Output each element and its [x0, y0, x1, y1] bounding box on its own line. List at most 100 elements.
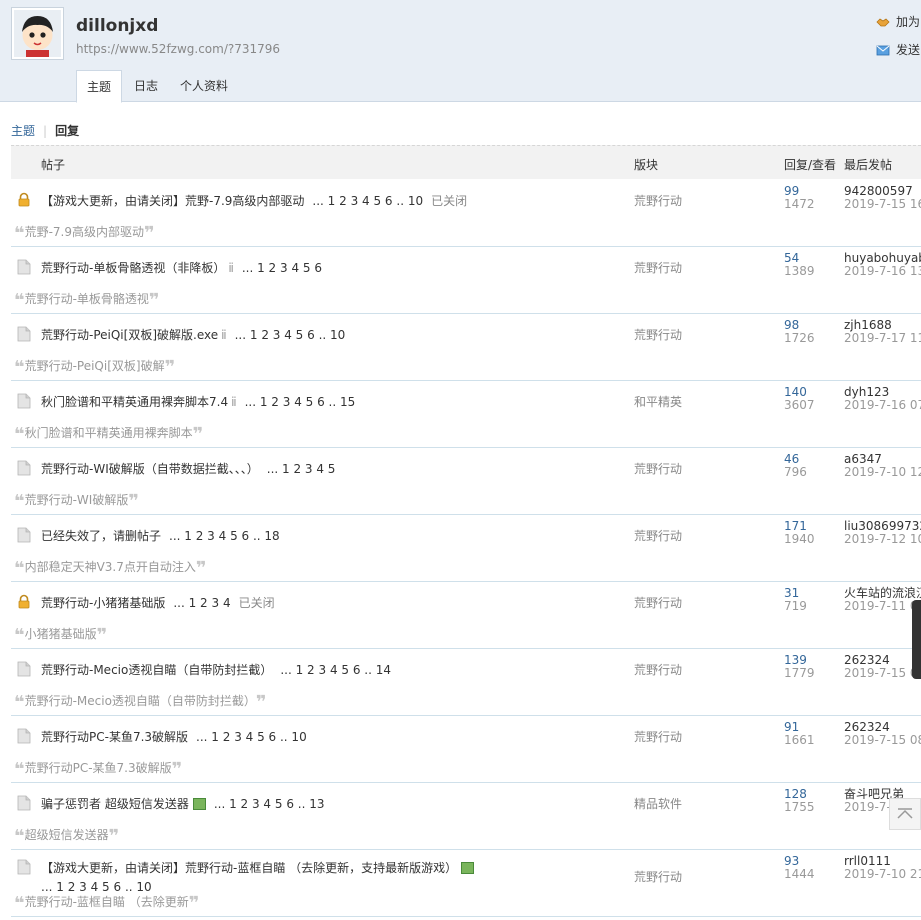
- last-post-date[interactable]: 2019-7-17 11:0: [844, 332, 921, 345]
- last-post-date[interactable]: 2019-7-10 21:3: [844, 868, 921, 881]
- thread-title[interactable]: 荒野行动-单板骨骼透视（非降板） ⅱ ... 1 2 3 4 5 6: [41, 259, 322, 276]
- thread-pagination[interactable]: ... 1 2 3 4 5 6 .. 15: [245, 395, 356, 409]
- subtab-topics[interactable]: 主题: [11, 124, 35, 138]
- excerpt-text: 小猪猪基础版: [24, 627, 97, 641]
- open-quote-icon: ❝: [14, 290, 25, 311]
- last-post-date[interactable]: 2019-7-11 09: [844, 600, 921, 613]
- last-post-date[interactable]: 2019-7-16 13:0: [844, 265, 921, 278]
- thread-title-text[interactable]: 【游戏大更新，由请关闭】荒野行动-蓝框自瞄 （去除更新，支持最新版游戏）: [41, 861, 457, 875]
- thread-excerpt: ❝荒野-7.9高级内部驱动❞: [14, 223, 155, 244]
- thread-excerpt: ❝荒野行动PC-某鱼7.3破解版❞: [14, 759, 182, 780]
- lock-icon: [16, 192, 32, 208]
- thread-title-text[interactable]: 荒野行动-PeiQi[双板]破解版.exe: [41, 328, 218, 342]
- last-post-date[interactable]: 2019-7-10 12:3: [844, 466, 921, 479]
- tab-topics[interactable]: 主题: [76, 70, 123, 103]
- close-quote-icon: ❞: [171, 759, 183, 780]
- profile-header: dillonjxd https://www.52fzwg.com/?731796…: [0, 0, 921, 103]
- view-count: 3607: [784, 398, 815, 412]
- thread-title[interactable]: 荒野行动-小猪猪基础版 ... 1 2 3 4 已关闭: [41, 594, 275, 611]
- last-post-date[interactable]: 2019-7-15 16:0: [844, 198, 921, 211]
- add-friend-button[interactable]: 加为: [876, 13, 920, 30]
- forum-link[interactable]: 荒野行动: [634, 527, 682, 544]
- open-quote-icon: ❝: [14, 893, 25, 914]
- column-post: 帖子: [41, 158, 66, 172]
- forum-link[interactable]: 荒野行动: [634, 192, 682, 209]
- close-quote-icon: ❞: [164, 357, 176, 378]
- table-row: 荒野行动-PeiQi[双板]破解版.exe ⅱ ... 1 2 3 4 5 6 ..…: [11, 314, 921, 381]
- thread-pagination[interactable]: ... 1 2 3 4: [173, 596, 230, 610]
- reply-view-count: 98 1726: [784, 319, 815, 345]
- thread-title-text[interactable]: 已经失效了，请删帖子: [41, 529, 161, 543]
- thread-title[interactable]: 荒野行动PC-某鱼7.3破解版 ... 1 2 3 4 5 6 .. 10: [41, 728, 307, 745]
- forum-link[interactable]: 荒野行动: [634, 728, 682, 745]
- back-to-top-button[interactable]: [889, 798, 921, 830]
- thread-excerpt: ❝荒野行动-WI破解版❞: [14, 491, 139, 512]
- thread-title-text[interactable]: 【游戏大更新，由请关闭】荒野-7.9高级内部驱动: [41, 194, 304, 208]
- doc-icon: [16, 460, 32, 476]
- thread-pagination[interactable]: ... 1 2 3 4 5 6 .. 18: [169, 529, 280, 543]
- thread-title[interactable]: 秋门脸谱和平精英通用裸奔脚本7.4 ⅱ ... 1 2 3 4 5 6 .. 15: [41, 393, 355, 410]
- attachment-icon: ⅱ: [221, 328, 227, 342]
- arrow-up-icon: [897, 808, 913, 819]
- avatar[interactable]: [11, 7, 64, 60]
- user-url[interactable]: https://www.52fzwg.com/?731796: [76, 42, 280, 56]
- thread-title-text[interactable]: 荒野行动-Mecio透视自瞄（自带防封拦截）: [41, 663, 272, 677]
- send-message-button[interactable]: 发送: [876, 41, 920, 58]
- open-quote-icon: ❝: [14, 357, 25, 378]
- thread-title-text[interactable]: 荒野行动PC-某鱼7.3破解版: [41, 730, 188, 744]
- excerpt-text: 荒野行动-单板骨骼透视: [24, 292, 149, 306]
- close-quote-icon: ❞: [128, 491, 139, 512]
- last-post-date[interactable]: 2019-7-15 08:5: [844, 734, 921, 747]
- thread-pagination[interactable]: ... 1 2 3 4 5 6: [242, 261, 322, 275]
- forum-link[interactable]: 荒野行动: [634, 594, 682, 611]
- thread-pagination[interactable]: ... 1 2 3 4 5 6 .. 10: [41, 880, 474, 894]
- handshake-icon: [876, 16, 890, 28]
- last-post-date[interactable]: 2019-7-12 10:1: [844, 533, 921, 546]
- view-count: 719: [784, 599, 807, 613]
- thread-title[interactable]: 骗子惩罚者 超级短信发送器 ... 1 2 3 4 5 6 .. 13: [41, 795, 325, 812]
- thread-title[interactable]: 【游戏大更新，由请关闭】荒野行动-蓝框自瞄 （去除更新，支持最新版游戏） ... …: [41, 859, 475, 894]
- last-post-date[interactable]: 2019-7-16 07:5: [844, 399, 921, 412]
- forum-link[interactable]: 荒野行动: [634, 868, 682, 885]
- tab-profile[interactable]: 个人资料: [170, 70, 238, 102]
- reply-view-count: 171 1940: [784, 520, 815, 546]
- thread-pagination[interactable]: ... 1 2 3 4 5 6 .. 10: [235, 328, 346, 342]
- reply-view-count: 99 1472: [784, 185, 815, 211]
- thread-pagination[interactable]: ... 1 2 3 4 5 6 .. 14: [280, 663, 391, 677]
- doc-icon: [16, 728, 32, 744]
- thread-pagination[interactable]: ... 1 2 3 4 5 6 .. 13: [214, 797, 325, 811]
- table-row: 荒野行动-单板骨骼透视（非降板） ⅱ ... 1 2 3 4 5 6 荒野行动 54 13…: [11, 247, 921, 314]
- thread-title-text[interactable]: 荒野行动-单板骨骼透视（非降板）: [41, 261, 225, 275]
- thread-pagination[interactable]: ... 1 2 3 4 5 6 .. 10: [196, 730, 307, 744]
- forum-link[interactable]: 和平精英: [634, 393, 682, 410]
- side-panel-handle[interactable]: [912, 600, 921, 679]
- last-post-date[interactable]: 2019-7-15 08: [844, 667, 921, 680]
- thread-title-text[interactable]: 荒野行动-WI破解版（自带数据拦截、、、）: [41, 462, 259, 476]
- last-post: dyh1232019-7-16 07:5: [844, 386, 921, 412]
- table-row: 【游戏大更新，由请关闭】荒野行动-蓝框自瞄 （去除更新，支持最新版游戏） ... …: [11, 850, 921, 917]
- thread-pagination[interactable]: ... 1 2 3 4 5: [267, 462, 336, 476]
- forum-link[interactable]: 荒野行动: [634, 259, 682, 276]
- thread-title-text[interactable]: 秋门脸谱和平精英通用裸奔脚本7.4: [41, 395, 228, 409]
- excerpt-text: 荒野行动-蓝框自瞄 （去除更新: [24, 895, 189, 909]
- envelope-icon: [876, 44, 890, 56]
- thread-title-text[interactable]: 荒野行动-小猪猪基础版: [41, 596, 165, 610]
- forum-link[interactable]: 荒野行动: [634, 326, 682, 343]
- tab-blog[interactable]: 日志: [124, 70, 168, 102]
- close-quote-icon: ❞: [108, 826, 120, 847]
- forum-link[interactable]: 精品软件: [634, 795, 682, 812]
- excerpt-text: 荒野行动-Mecio透视自瞄（自带防封拦截）: [24, 694, 256, 708]
- thread-title[interactable]: 荒野行动-WI破解版（自带数据拦截、、、） ... 1 2 3 4 5: [41, 460, 335, 477]
- forum-link[interactable]: 荒野行动: [634, 661, 682, 678]
- thread-title[interactable]: 已经失效了，请删帖子 ... 1 2 3 4 5 6 .. 18: [41, 527, 280, 544]
- table-row: 秋门脸谱和平精英通用裸奔脚本7.4 ⅱ ... 1 2 3 4 5 6 .. 15 和…: [11, 381, 921, 448]
- forum-link[interactable]: 荒野行动: [634, 460, 682, 477]
- thread-pagination[interactable]: ... 1 2 3 4 5 6 .. 10: [312, 194, 423, 208]
- view-count: 1661: [784, 733, 815, 747]
- thread-title[interactable]: 荒野行动-PeiQi[双板]破解版.exe ⅱ ... 1 2 3 4 5 6 ..…: [41, 326, 345, 343]
- thread-title-text[interactable]: 骗子惩罚者 超级短信发送器: [41, 797, 189, 811]
- thread-title[interactable]: 【游戏大更新，由请关闭】荒野-7.9高级内部驱动 ... 1 2 3 4 5 6 …: [41, 192, 467, 209]
- thread-title[interactable]: 荒野行动-Mecio透视自瞄（自带防封拦截） ... 1 2 3 4 5 6 ..…: [41, 661, 391, 678]
- close-quote-icon: ❞: [255, 692, 267, 713]
- subtab-replies[interactable]: 回复: [55, 124, 79, 138]
